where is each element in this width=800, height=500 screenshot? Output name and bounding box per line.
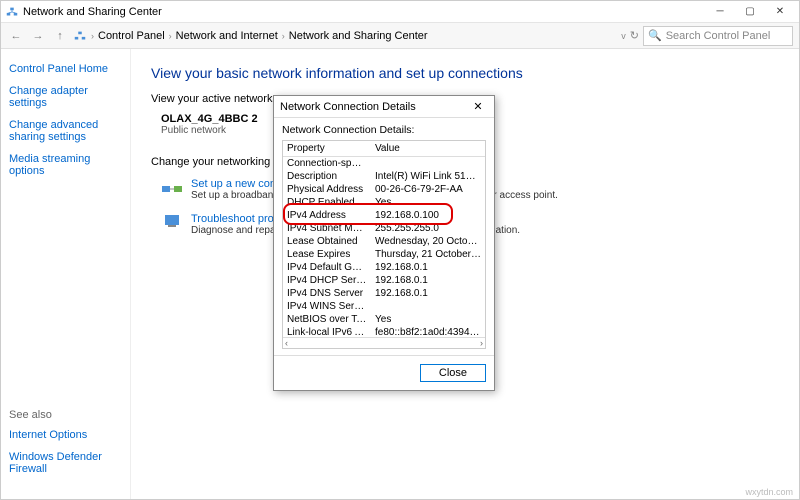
property-cell: IPv4 Default Gateway [283,261,371,274]
property-cell: IPv4 WINS Server [283,300,371,313]
property-cell: IPv4 Subnet Mask [283,222,371,235]
bc-control-panel[interactable]: Control Panel [98,30,165,42]
watermark: wxytdn.com [745,487,793,497]
scroll-right[interactable]: › [480,338,483,348]
close-button[interactable]: ✕ [765,2,795,22]
search-input[interactable]: 🔍 Search Control Panel [643,26,793,46]
dialog-title: Network Connection Details [280,101,468,113]
details-row[interactable]: IPv4 DNS Server192.168.0.1 [283,287,485,300]
property-cell: Link-local IPv6 Address [283,326,371,337]
details-row[interactable]: IPv4 DHCP Server192.168.0.1 [283,274,485,287]
details-row[interactable]: NetBIOS over Tcpip En...Yes [283,313,485,326]
sidebar-adapter[interactable]: Change adapter settings [9,85,122,109]
breadcrumb[interactable]: › Control Panel › Network and Internet ›… [73,29,617,43]
value-cell: Yes [371,313,485,326]
minimize-button[interactable]: ─ [705,2,735,22]
sidebar-media[interactable]: Media streaming options [9,153,122,177]
value-cell: 192.168.0.1 [371,287,485,300]
sidebar-advanced[interactable]: Change advanced sharing settings [9,119,122,143]
value-cell: 00-26-C6-79-2F-AA [371,183,485,196]
forward-button[interactable]: → [29,27,47,45]
search-icon: 🔍 [648,29,662,42]
details-row[interactable]: Physical Address00-26-C6-79-2F-AA [283,183,485,196]
value-cell: Yes [371,196,485,209]
troubleshoot-icon [161,213,183,231]
details-row[interactable]: IPv4 Subnet Mask255.255.255.0 [283,222,485,235]
col-property[interactable]: Property [283,141,371,156]
details-grid: Property Value Connection-specific DN...… [282,140,486,349]
bc-network-internet[interactable]: Network and Internet [176,30,278,42]
value-cell: fe80::b8f2:1a0d:4394:56aa%5 [371,326,485,337]
dialog-label: Network Connection Details: [282,124,486,136]
details-row[interactable]: Lease ExpiresThursday, 21 October 2021 1… [283,248,485,261]
dialog-close-ok-button[interactable]: Close [420,364,486,382]
col-value[interactable]: Value [371,141,485,156]
dropdown-icon[interactable]: v [621,31,626,41]
window-title: Network and Sharing Center [23,6,705,18]
details-row[interactable]: Link-local IPv6 Addressfe80::b8f2:1a0d:4… [283,326,485,337]
value-cell: 255.255.255.0 [371,222,485,235]
value-cell: 192.168.0.100 [371,209,485,222]
titlebar: Network and Sharing Center ─ ▢ ✕ [1,1,799,23]
property-cell: IPv4 Address [283,209,371,222]
dialog-close-button[interactable]: ✕ [468,100,488,113]
details-row[interactable]: IPv4 Default Gateway192.168.0.1 [283,261,485,274]
back-button[interactable]: ← [7,27,25,45]
value-cell [371,300,485,313]
page-heading: View your basic network information and … [151,65,779,81]
property-cell: IPv4 DNS Server [283,287,371,300]
property-cell: Lease Expires [283,248,371,261]
property-cell: IPv4 DHCP Server [283,274,371,287]
setup-connection-icon [161,178,183,196]
sidebar: Control Panel Home Change adapter settin… [1,49,131,499]
details-row[interactable]: Connection-specific DN... [283,157,485,170]
bc-sharing-center[interactable]: Network and Sharing Center [289,30,428,42]
value-cell: Intel(R) WiFi Link 5100 AGN [371,170,485,183]
sidebar-firewall[interactable]: Windows Defender Firewall [9,451,122,475]
property-cell: Physical Address [283,183,371,196]
details-row[interactable]: IPv4 WINS Server [283,300,485,313]
network-icon [73,29,87,43]
sidebar-seealso-label: See also [9,409,122,421]
maximize-button[interactable]: ▢ [735,2,765,22]
details-row[interactable]: DHCP EnabledYes [283,196,485,209]
value-cell: Thursday, 21 October 2021 11:25:34 am [371,248,485,261]
details-row[interactable]: IPv4 Address192.168.0.100 [283,209,485,222]
up-button[interactable]: ↑ [51,27,69,45]
toolbar: ← → ↑ › Control Panel › Network and Inte… [1,23,799,49]
connection-details-dialog: Network Connection Details ✕ Network Con… [273,95,495,391]
details-row[interactable]: Lease ObtainedWednesday, 20 October 2021… [283,235,485,248]
property-cell: Lease Obtained [283,235,371,248]
search-placeholder: Search Control Panel [666,30,771,42]
property-cell: DHCP Enabled [283,196,371,209]
scroll-left[interactable]: ‹ [285,338,288,348]
value-cell: 192.168.0.1 [371,274,485,287]
sidebar-home[interactable]: Control Panel Home [9,63,122,75]
refresh-icon[interactable]: ↻ [630,29,639,42]
value-cell [371,157,485,170]
main-window: Network and Sharing Center ─ ▢ ✕ ← → ↑ ›… [0,0,800,500]
sidebar-internet-options[interactable]: Internet Options [9,429,122,441]
value-cell: 192.168.0.1 [371,261,485,274]
details-row[interactable]: DescriptionIntel(R) WiFi Link 5100 AGN [283,170,485,183]
property-cell: NetBIOS over Tcpip En... [283,313,371,326]
network-icon [5,5,19,19]
value-cell: Wednesday, 20 October 2021 11:11:33 a [371,235,485,248]
property-cell: Description [283,170,371,183]
property-cell: Connection-specific DN... [283,157,371,170]
